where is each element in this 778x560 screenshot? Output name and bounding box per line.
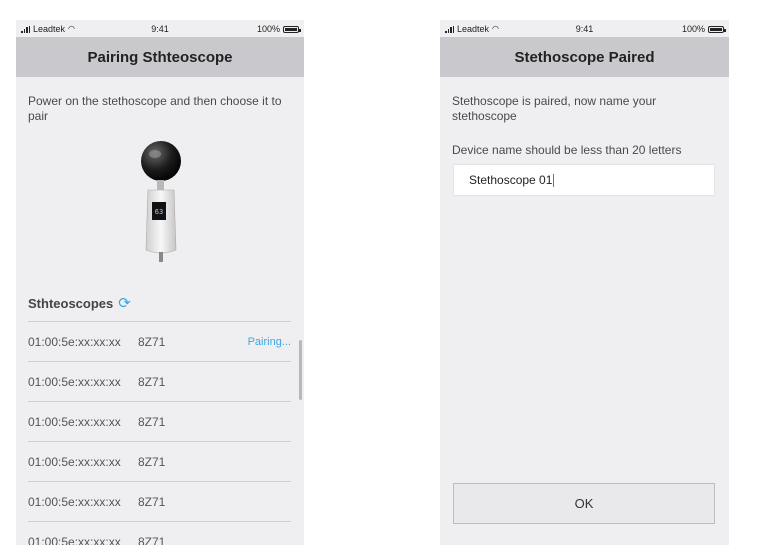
device-mac: 01:00:5e:xx:xx:xx [28, 494, 121, 509]
text-cursor [553, 173, 555, 187]
device-model: 8Z71 [138, 534, 166, 546]
device-mac: 01:00:5e:xx:xx:xx [28, 534, 121, 546]
device-model: 8Z71 [138, 414, 166, 429]
list-item[interactable]: 01:00:5e:xx:xx:xx 8Z71 [28, 441, 291, 481]
list-header: Sthteoscopes ⟳ [28, 296, 131, 311]
device-display: 63 [155, 208, 163, 216]
page-title: Pairing Sthteoscope [87, 48, 233, 66]
ok-button-label: OK [574, 496, 594, 511]
nav-bar: Pairing Sthteoscope [16, 37, 304, 77]
list-item[interactable]: 01:00:5e:xx:xx:xx 8Z71 [28, 481, 291, 521]
page-title: Stethoscope Paired [514, 48, 655, 66]
device-mac: 01:00:5e:xx:xx:xx [28, 374, 121, 389]
device-name-field[interactable]: Stethoscope 01 [453, 164, 715, 196]
paired-screen: Leadtek ◠ 9:41 100% Stethoscope Paired S… [440, 20, 729, 545]
device-mac: 01:00:5e:xx:xx:xx [28, 454, 121, 469]
status-bar: Leadtek ◠ 9:41 100% [16, 20, 304, 37]
paired-message: Stethoscope is paired, now name your ste… [452, 94, 657, 123]
device-model: 8Z71 [138, 494, 166, 509]
name-hint: Device name should be less than 20 lette… [452, 143, 682, 157]
status-bar: Leadtek ◠ 9:41 100% [440, 20, 729, 37]
device-list: 01:00:5e:xx:xx:xx 8Z71 Pairing... 01:00:… [28, 321, 291, 545]
device-model: 8Z71 [138, 454, 166, 469]
stethoscope-image: 63 [141, 141, 181, 262]
device-mac: 01:00:5e:xx:xx:xx [28, 334, 121, 349]
ok-button[interactable]: OK [453, 483, 715, 524]
pairing-screen: Leadtek ◠ 9:41 100% Pairing Sthteoscope … [16, 20, 304, 545]
device-name-value: Stethoscope 01 [469, 173, 553, 187]
battery-icon [283, 25, 301, 33]
list-item[interactable]: 01:00:5e:xx:xx:xx 8Z71 [28, 521, 291, 545]
device-mac: 01:00:5e:xx:xx:xx [28, 414, 121, 429]
list-scrollbar[interactable] [299, 340, 302, 400]
pairing-status: Pairing... [247, 335, 291, 348]
list-title: Sthteoscopes [28, 296, 114, 311]
battery-percent: 100% [681, 24, 705, 34]
nav-bar: Stethoscope Paired [440, 37, 729, 77]
device-model: 8Z71 [138, 334, 166, 349]
battery-icon [708, 25, 726, 33]
list-item[interactable]: 01:00:5e:xx:xx:xx 8Z71 [28, 361, 291, 401]
device-model: 8Z71 [138, 374, 166, 389]
refresh-icon[interactable]: ⟳ [118, 296, 131, 311]
list-item[interactable]: 01:00:5e:xx:xx:xx 8Z71 [28, 401, 291, 441]
list-item[interactable]: 01:00:5e:xx:xx:xx 8Z71 Pairing... [28, 321, 291, 361]
battery-percent: 100% [256, 24, 280, 34]
pairing-instruction: Power on the stethoscope and then choose… [28, 94, 282, 123]
